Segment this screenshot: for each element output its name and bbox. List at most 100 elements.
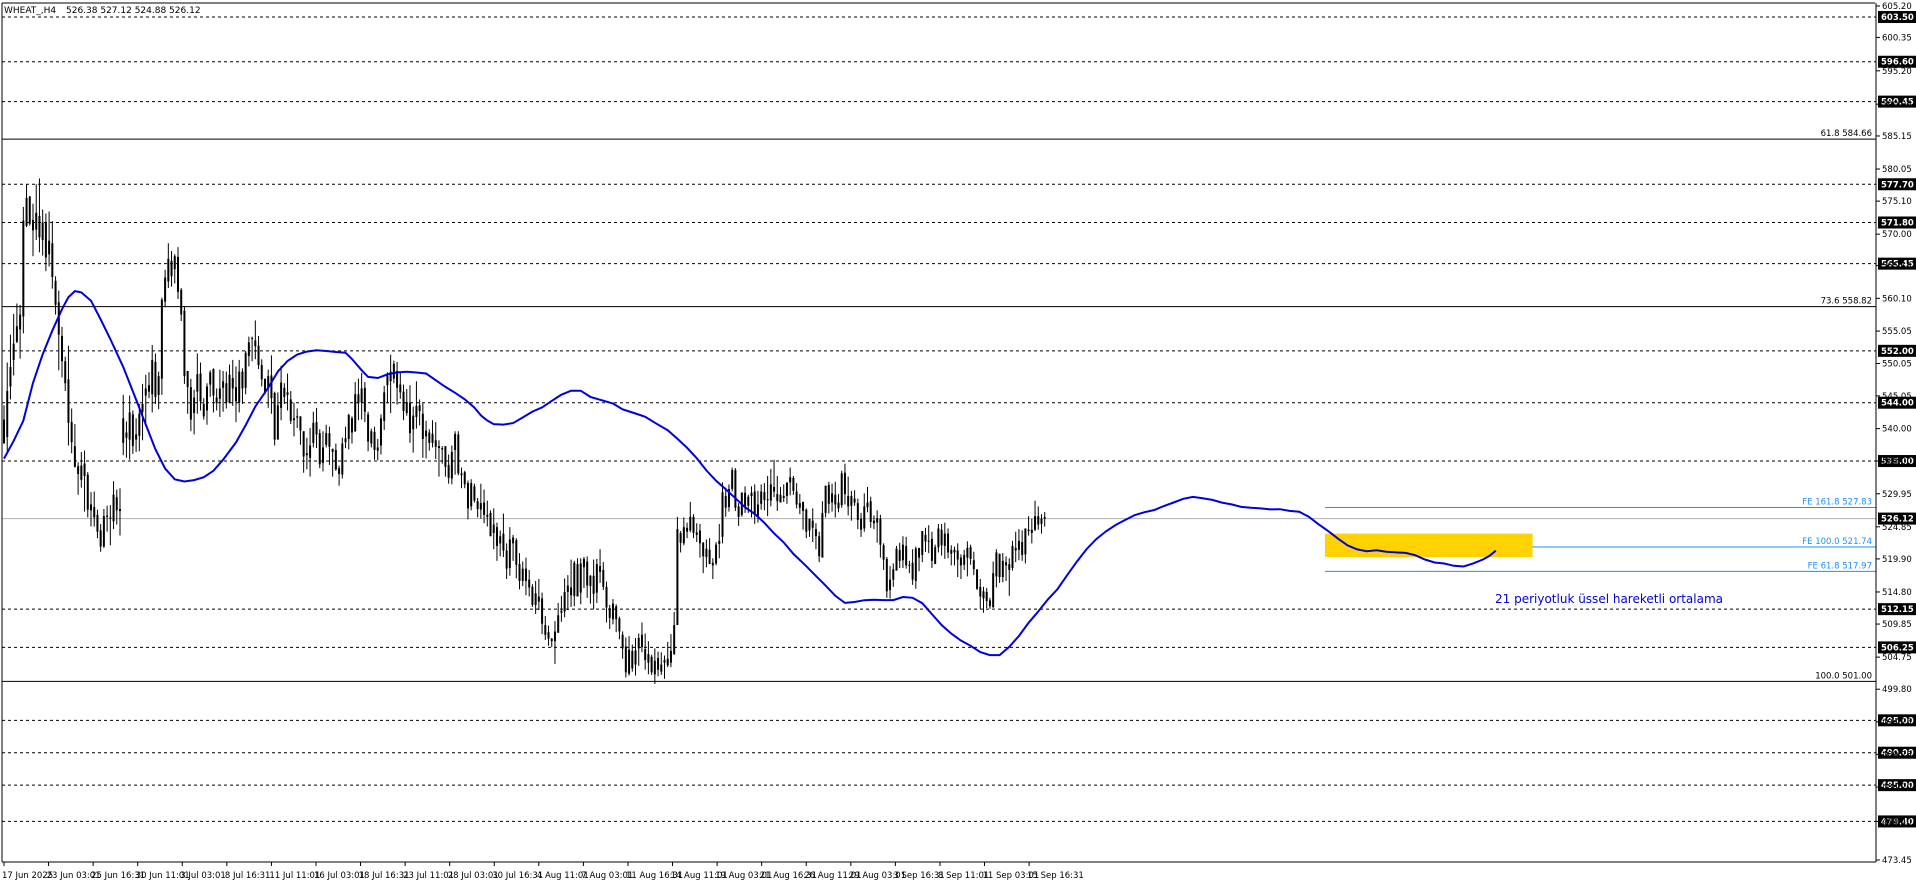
candle-body xyxy=(850,496,853,506)
candle-body xyxy=(1021,542,1024,556)
candle-body xyxy=(125,432,128,438)
candle-body xyxy=(872,520,875,524)
candle-body xyxy=(167,258,170,282)
candle-body xyxy=(315,422,318,435)
candle-body xyxy=(344,438,347,443)
price-tick-label: 529.95 xyxy=(1882,490,1912,500)
candle-body xyxy=(176,256,179,292)
candle-body xyxy=(170,260,173,277)
candle-body xyxy=(1008,564,1011,570)
candle-body xyxy=(325,433,328,445)
candle-body xyxy=(273,392,276,440)
level-badge-text: 603.50 xyxy=(1881,13,1914,23)
candle-body xyxy=(321,447,324,463)
symbol-label: WHEAT_,H4 xyxy=(4,6,56,16)
fe-label: FE 61.8 517.97 xyxy=(1808,561,1872,571)
price-tick-label: 473.45 xyxy=(1882,856,1912,866)
candle-body xyxy=(573,562,576,596)
candle xyxy=(273,391,276,446)
price-tick-label: 479.40 xyxy=(1882,817,1912,827)
candle-body xyxy=(128,412,131,440)
candle-body xyxy=(940,529,943,546)
candle-body xyxy=(341,443,344,475)
candle-body xyxy=(457,434,460,474)
price-tick-label: 545.05 xyxy=(1882,392,1912,402)
candle-body xyxy=(895,548,898,571)
price-tick-label: 550.05 xyxy=(1882,359,1912,369)
candle-body xyxy=(705,548,708,557)
candle-body xyxy=(22,220,25,317)
candle xyxy=(470,479,473,511)
candle-body xyxy=(151,359,154,395)
time-tick-label: 28 Jul 03:01 xyxy=(448,871,499,881)
candle-body xyxy=(186,370,189,388)
candle-body xyxy=(785,482,788,497)
candle-body xyxy=(360,388,363,403)
candle-body xyxy=(376,447,379,451)
candle-body xyxy=(238,371,241,403)
candle-body xyxy=(112,494,115,522)
candle xyxy=(715,542,718,566)
candle-body xyxy=(154,361,157,397)
candle-body xyxy=(605,586,608,608)
candle-body xyxy=(818,536,821,557)
candle-body xyxy=(982,591,985,599)
candle-body xyxy=(276,405,279,440)
ohlc-readout: 526.38 527.12 524.88 526.12 xyxy=(66,6,201,16)
candle xyxy=(22,206,25,334)
candle-body xyxy=(721,492,724,537)
candle-body xyxy=(367,414,370,442)
price-tick-label: 519.90 xyxy=(1882,555,1912,565)
level-badge-text: 552.00 xyxy=(1881,347,1914,357)
candle-body xyxy=(776,494,779,502)
price-tick-label: 504.75 xyxy=(1882,653,1912,663)
candle-body xyxy=(86,474,89,510)
candle-body xyxy=(998,553,1001,578)
candle-body xyxy=(541,598,544,624)
chart-background xyxy=(0,0,1916,888)
candle-body xyxy=(747,496,750,506)
candle-body xyxy=(885,558,888,592)
candle-body xyxy=(547,632,550,639)
candle-body xyxy=(811,520,814,528)
candle-body xyxy=(537,596,540,602)
candle-body xyxy=(425,430,428,437)
candle-body xyxy=(31,219,34,231)
candle-body xyxy=(54,280,57,305)
candle-body xyxy=(718,540,721,545)
candle-body xyxy=(692,516,695,533)
level-badge-text: 506.25 xyxy=(1881,643,1914,653)
candle-body xyxy=(866,502,869,508)
candle-body xyxy=(212,368,215,396)
candle-body xyxy=(524,568,527,581)
candle-body xyxy=(947,533,950,553)
candle-body xyxy=(189,387,192,420)
candle-body xyxy=(77,466,80,474)
candle-body xyxy=(454,433,457,451)
level-badge-text: 512.15 xyxy=(1881,605,1914,615)
candle-body xyxy=(147,385,150,392)
candle-body xyxy=(792,477,795,491)
level-badge-text: 571.80 xyxy=(1881,218,1914,228)
candle-body xyxy=(60,335,63,362)
candle-body xyxy=(502,533,505,551)
time-tick-label: 17 Jun 2025 xyxy=(2,871,53,881)
candle-body xyxy=(512,537,515,544)
candle-body xyxy=(1011,545,1014,568)
candle-body xyxy=(251,337,254,339)
candle-body xyxy=(495,527,498,546)
candle-body xyxy=(876,518,879,523)
candle-body xyxy=(624,646,627,673)
candle-body xyxy=(621,634,624,649)
candle-body xyxy=(489,512,492,537)
candle xyxy=(676,516,679,626)
candle-body xyxy=(51,243,54,277)
candle-body xyxy=(370,431,373,444)
candle-body xyxy=(708,549,711,565)
candle-body xyxy=(669,650,672,663)
candle-body xyxy=(12,343,15,360)
candle-body xyxy=(724,496,727,508)
candle-body xyxy=(534,593,537,605)
candle-body xyxy=(354,394,357,432)
time-tick-label: 16 Jul 03:01 xyxy=(314,871,365,881)
